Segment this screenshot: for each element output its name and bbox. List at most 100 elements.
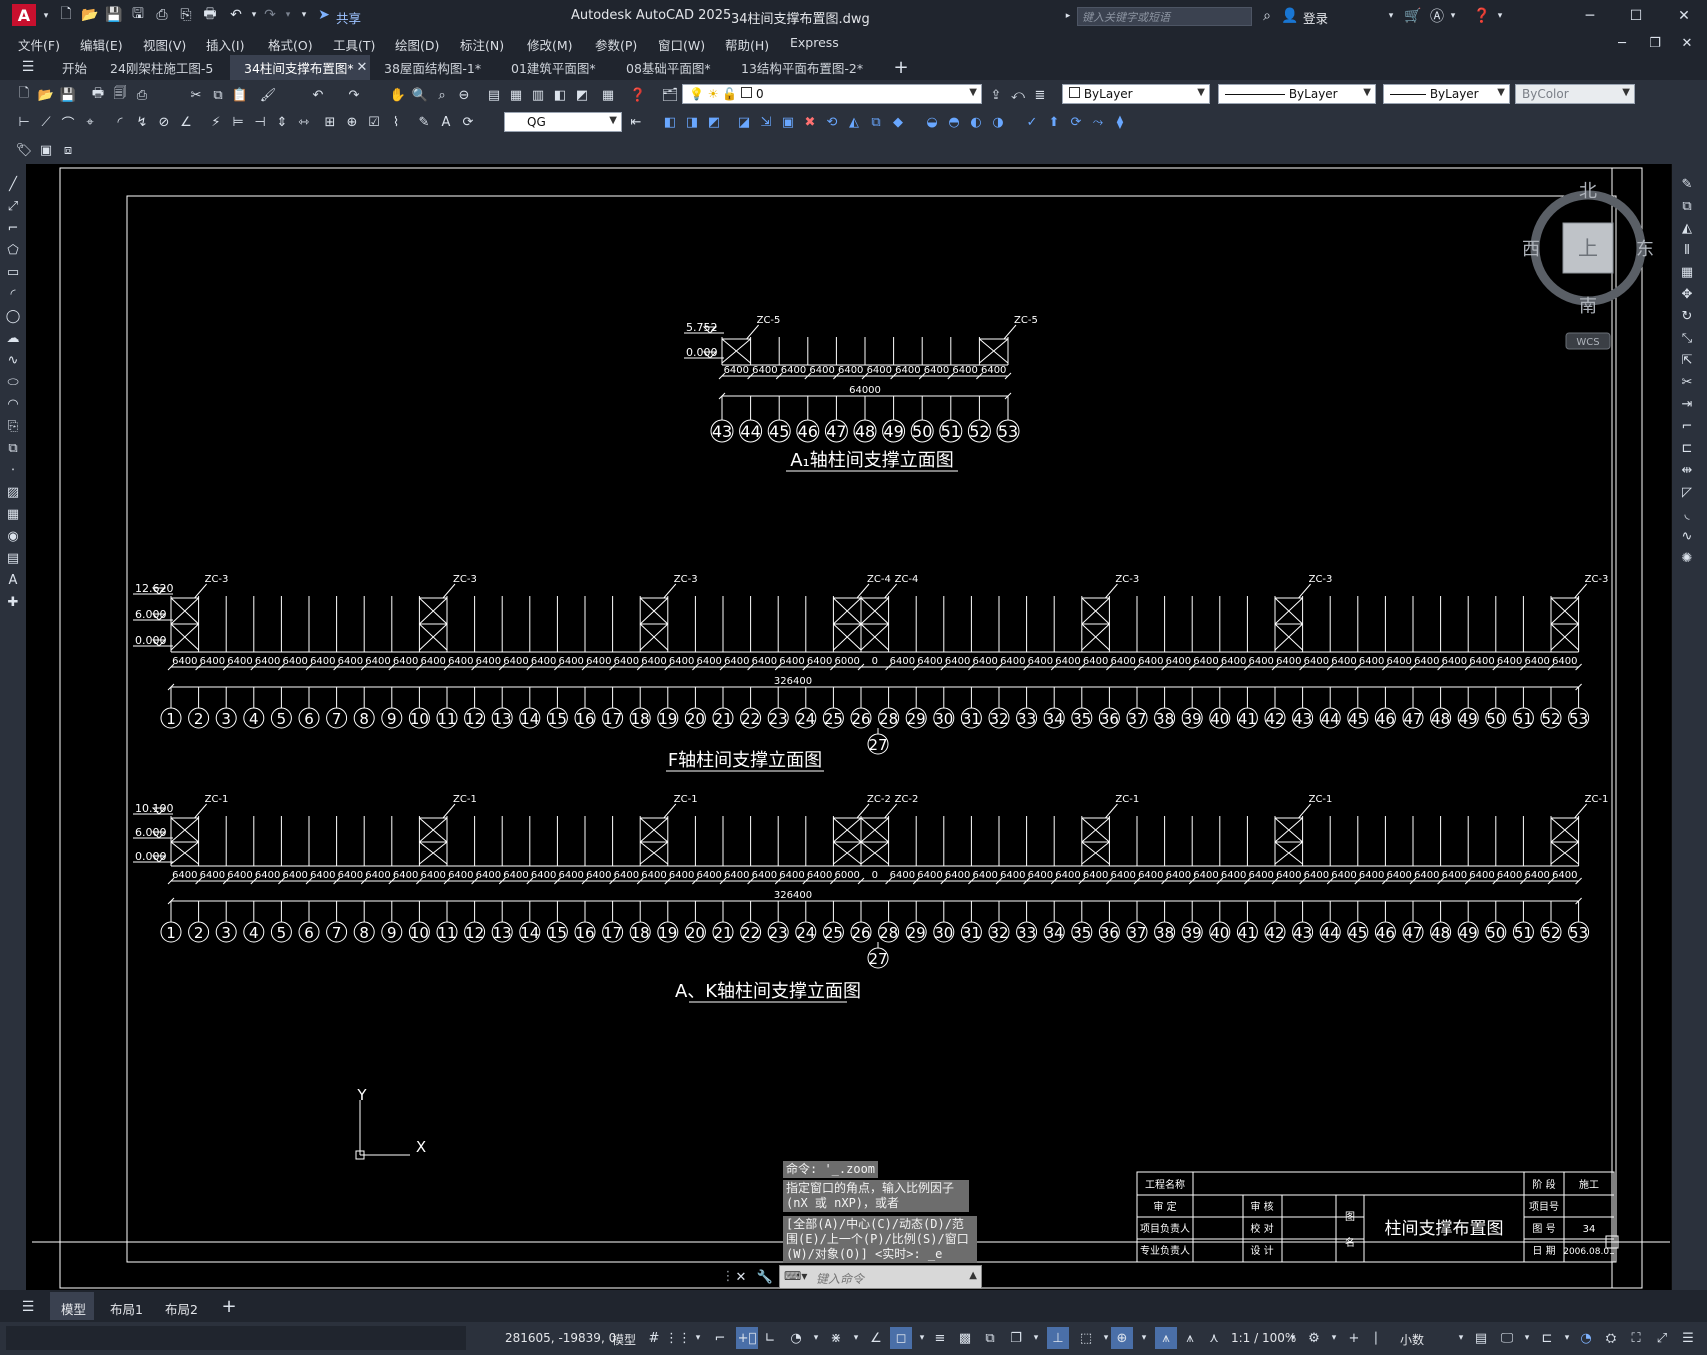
hardware-accel-icon[interactable]: ◔ [1576, 1328, 1596, 1348]
tab-start[interactable]: 开始 [50, 55, 96, 80]
tb-redo-icon[interactable]: ↷ [344, 85, 364, 105]
menu-tools[interactable]: 工具(T) [333, 35, 375, 54]
tb-save-icon[interactable]: 💾 [58, 85, 78, 105]
modify-clean-icon[interactable]: ◓ [944, 112, 964, 132]
menu-insert[interactable]: 插入(I) [206, 35, 244, 54]
tb-zoom-prev-icon[interactable]: ⊖ [454, 85, 474, 105]
modify-join-icon[interactable]: ⇹ [1677, 460, 1697, 480]
share-button[interactable]: 共享 [336, 8, 361, 27]
tb-wblock-icon[interactable]: ⧈ [58, 140, 78, 160]
minimize-icon[interactable]: ─ [1580, 6, 1600, 26]
layout-tab-model-label[interactable]: 模型 [61, 1299, 86, 1318]
lineweight-icon[interactable]: ≡ [930, 1328, 950, 1348]
wcs-label[interactable]: WCS [1576, 337, 1599, 348]
gizmo-dropdown-icon[interactable]: ▾ [1134, 1328, 1154, 1348]
doc-restore-icon[interactable]: ❐ [1645, 33, 1665, 53]
dim-tolerance-icon[interactable]: ⊞ [320, 112, 340, 132]
selection-filter-icon[interactable]: ⬚ [1076, 1328, 1096, 1348]
workspace-icon[interactable]: ⚙ [1304, 1328, 1324, 1348]
isolate-objects-icon[interactable]: ⊏ [1537, 1328, 1557, 1348]
modify-trim-icon[interactable]: ✂ [1677, 372, 1697, 392]
logo-dropdown-icon[interactable]: ▾ [36, 6, 56, 26]
menu-modify[interactable]: 修改(M) [527, 35, 573, 54]
ortho-icon[interactable]: ∟ [760, 1328, 780, 1348]
tb-layer-prev-icon[interactable]: ⤺ [1008, 85, 1028, 105]
tb-markup-icon[interactable]: ◩ [572, 85, 592, 105]
menu-help[interactable]: 帮助(H) [725, 35, 769, 54]
modify-chamfer-icon[interactable]: ◸ [1677, 482, 1697, 502]
cmd-recent-icon[interactable]: ▲ [969, 1270, 977, 1281]
menu-draw[interactable]: 绘图(D) [395, 35, 439, 54]
doc-close-icon[interactable]: ✕ [1677, 33, 1697, 53]
modify-taper-face-icon[interactable]: ◭ [844, 112, 864, 132]
undo-icon[interactable]: ↶ [226, 5, 246, 25]
help-icon[interactable]: ❓ [1472, 6, 1492, 26]
command-input-bar[interactable]: ⌨▾ 键入命令 ▲ [779, 1265, 982, 1289]
search-input[interactable]: 键入关键字或短语 [1077, 7, 1252, 26]
drawing-svg[interactable]: ZC-5 ZC-55.7520.0006400 6400 6400 6400 6400 64… [26, 164, 1671, 1290]
linetype-select[interactable]: ByLayer ▼ [1218, 84, 1376, 104]
scale-dropdown-icon[interactable]: ▾ [1283, 1328, 1303, 1348]
dim-quick-icon[interactable]: ⚡ [206, 112, 226, 132]
modify-break-icon[interactable]: ⊏ [1677, 438, 1697, 458]
osnap-dropdown-icon[interactable]: ▾ [912, 1328, 932, 1348]
layer-select[interactable]: 💡 ☀ 🔓 0 ▼ [682, 84, 982, 104]
tb-cut-icon[interactable]: ✂ [186, 85, 206, 105]
modify-offset-face-icon[interactable]: ▣ [778, 112, 798, 132]
color-select[interactable]: ByLayer ▼ [1062, 84, 1210, 104]
tb-designcenter-icon[interactable]: ▦ [506, 85, 526, 105]
polar-dropdown-icon[interactable]: ▾ [806, 1328, 826, 1348]
plot-icon[interactable]: 🖶 [200, 5, 220, 25]
3d-osnap-icon[interactable]: ❐ [1006, 1328, 1026, 1348]
tb-attdef-icon[interactable]: 🏷 [14, 140, 34, 160]
lock-ui-dropdown-icon[interactable]: ▾ [1517, 1328, 1537, 1348]
layout-tab-2[interactable]: 布局2 [165, 1299, 198, 1318]
user-icon[interactable]: 👤 [1280, 6, 1300, 26]
tb-layer-states-icon[interactable]: ≣ [1030, 85, 1050, 105]
tb-pan-icon[interactable]: ✋ [388, 85, 408, 105]
infer-constraints-icon[interactable]: ⌐ [710, 1328, 730, 1348]
draw-polygon-icon[interactable]: ⬠ [3, 240, 23, 260]
modify-loft-icon[interactable]: ⧫ [1110, 112, 1130, 132]
modify-rotate-icon[interactable]: ↻ [1677, 306, 1697, 326]
modify-erase-icon[interactable]: ✎ [1677, 174, 1697, 194]
modify-scale-icon[interactable]: ⤡ [1677, 328, 1697, 348]
maximize-icon[interactable]: ☐ [1626, 6, 1646, 26]
app-logo[interactable]: A [12, 4, 36, 26]
dim-ordinate-icon[interactable]: ⌖ [80, 112, 100, 132]
app-dropdown-icon[interactable]: ▾ [1443, 6, 1463, 26]
draw-circle-icon[interactable]: ◯ [3, 306, 23, 326]
modify-array-icon[interactable]: ▦ [1677, 262, 1697, 282]
save-web-icon[interactable]: ⎘ [176, 5, 196, 25]
modify-mirror-icon[interactable]: ◭ [1677, 218, 1697, 238]
lock-ui-icon[interactable]: 🖵 [1497, 1328, 1517, 1348]
modify-fillet-icon[interactable]: ◟ [1677, 504, 1697, 524]
command-input[interactable]: 键入命令 [816, 1270, 864, 1287]
dim-center-icon[interactable]: ⊕ [342, 112, 362, 132]
draw-arc-icon[interactable]: ◜ [3, 284, 23, 304]
tb-calc-icon[interactable]: ▦ [598, 85, 618, 105]
status-coords[interactable]: 281605, -19839, 0 [505, 1331, 616, 1345]
tb-preview-icon[interactable]: 🗐 [110, 85, 130, 105]
lineweight-select[interactable]: ByLayer ▼ [1383, 84, 1510, 104]
viewcube-north[interactable]: 北 [1579, 181, 1597, 202]
cmd-prompt-icon[interactable]: ⌨▾ [784, 1269, 807, 1283]
cmd-customize-icon[interactable]: 🔧 [755, 1267, 775, 1287]
tb-block-icon[interactable]: ▣ [36, 140, 56, 160]
new-tab-icon[interactable]: + [891, 57, 911, 78]
dim-jogged-icon[interactable]: ↯ [132, 112, 152, 132]
close-icon[interactable]: ✕ [1674, 6, 1694, 26]
draw-ellipse-arc-icon[interactable]: ◠ [3, 394, 23, 414]
modify-extrude-icon[interactable]: ⬆ [1044, 112, 1064, 132]
modify-shell-icon[interactable]: ◑ [988, 112, 1008, 132]
plotstyle-select[interactable]: ByColor ▼ [1515, 84, 1635, 104]
menu-file[interactable]: 文件(F) [18, 35, 60, 54]
tb-undo-icon[interactable]: ↶ [308, 85, 328, 105]
modify-stretch-icon[interactable]: ⇱ [1677, 350, 1697, 370]
help-dropdown-icon[interactable]: ▾ [1490, 6, 1510, 26]
customize-qat-icon[interactable]: ▾ [294, 5, 314, 25]
textstyle-select[interactable]: QG ▼ [504, 112, 622, 132]
modify-sweep-icon[interactable]: ⤳ [1088, 112, 1108, 132]
tb-help-icon[interactable]: ❓ [628, 85, 648, 105]
tb-open-icon[interactable]: 📂 [36, 85, 56, 105]
